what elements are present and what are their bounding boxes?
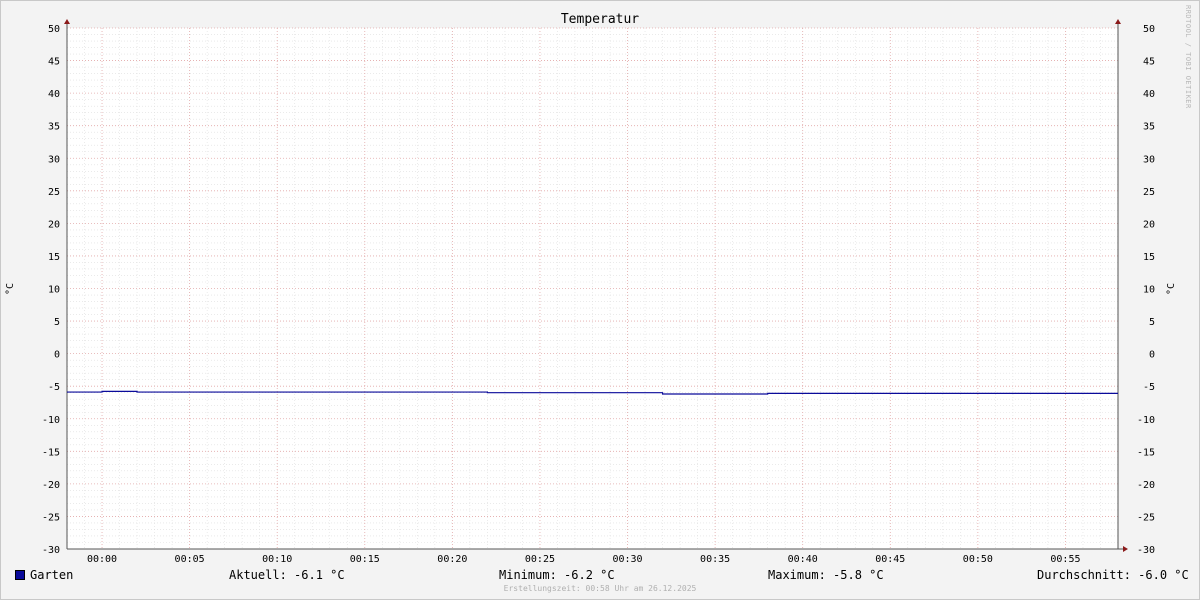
rrdtool-watermark: RRDTOOL / TOBI OETIKER	[1184, 5, 1192, 109]
legend-minimum-value: Minimum: -6.2 °C	[499, 568, 615, 582]
y-tick-label-left: 15	[48, 252, 60, 263]
x-tick-label: 00:50	[963, 554, 993, 565]
y-tick-label-left: 25	[48, 187, 60, 198]
x-tick-label: 00:40	[788, 554, 818, 565]
y-tick-label-right: 10	[1143, 285, 1155, 296]
y-tick-label-left: -5	[48, 382, 60, 393]
y-axis-right-ticks: 50454035302520151050-5-10-15-20-25-30	[1137, 24, 1155, 556]
y-tick-label-right: 35	[1143, 122, 1155, 133]
x-tick-label: 00:55	[1050, 554, 1080, 565]
y-tick-label-left: 20	[48, 219, 60, 230]
legend-series-name: Garten	[30, 568, 74, 582]
x-tick-label: 00:25	[525, 554, 555, 565]
creation-timestamp: Erstellungszeit: 00:58 Uhr am 26.12.2025	[503, 584, 697, 593]
y-tick-label-right: 30	[1143, 154, 1155, 165]
y-tick-label-right: 50	[1143, 24, 1155, 35]
y-tick-label-left: 0	[54, 350, 60, 361]
x-tick-label: 00:15	[350, 554, 380, 565]
y-tick-label-left: 40	[48, 89, 60, 100]
y-tick-label-right: -30	[1137, 545, 1155, 556]
temperature-chart: 50454035302520151050-5-10-15-20-25-30 50…	[5, 12, 1177, 565]
y-tick-label-right: 25	[1143, 187, 1155, 198]
y-tick-label-right: 20	[1143, 219, 1155, 230]
chart-title: Temperatur	[561, 12, 639, 27]
x-axis-ticks: 00:00 00:05 00:10 00:15 00:20 00:25 00:30 00:35…	[87, 554, 1081, 565]
legend-average-value: Durchschnitt: -6.0 °C	[1037, 568, 1189, 582]
y-axis-left-arrow	[64, 19, 70, 24]
y-tick-label-right: -10	[1137, 415, 1155, 426]
y-tick-label-right: -15	[1137, 447, 1155, 458]
legend-current-value: Aktuell: -6.1 °C	[229, 568, 345, 582]
x-tick-label: 00:00	[87, 554, 117, 565]
y-tick-label-left: 5	[54, 317, 60, 328]
y-tick-label-left: 30	[48, 154, 60, 165]
y-tick-label-left: 10	[48, 285, 60, 296]
y-tick-label-right: -25	[1137, 512, 1155, 523]
y-axis-right-arrow	[1115, 19, 1121, 24]
y-tick-label-right: -20	[1137, 480, 1155, 491]
y-tick-label-right: -5	[1143, 382, 1155, 393]
y-axis-label-right: °C	[1166, 283, 1177, 295]
x-tick-label: 00:30	[612, 554, 642, 565]
y-tick-label-right: 5	[1149, 317, 1155, 328]
x-tick-label: 00:20	[437, 554, 467, 565]
y-tick-label-left: 50	[48, 24, 60, 35]
x-tick-label: 00:35	[700, 554, 730, 565]
x-tick-label: 00:05	[175, 554, 205, 565]
y-tick-label-left: 45	[48, 57, 60, 68]
y-tick-label-left: 35	[48, 122, 60, 133]
legend-maximum-value: Maximum: -5.8 °C	[768, 568, 884, 582]
x-tick-label: 00:45	[875, 554, 905, 565]
y-tick-label-left: -15	[42, 447, 60, 458]
y-tick-label-right: 0	[1149, 350, 1155, 361]
y-tick-label-left: -20	[42, 480, 60, 491]
y-tick-label-left: -30	[42, 545, 60, 556]
x-axis-arrow	[1123, 546, 1128, 552]
y-axis-left-ticks: 50454035302520151050-5-10-15-20-25-30	[42, 24, 60, 556]
x-tick-label: 00:10	[262, 554, 292, 565]
y-tick-label-right: 15	[1143, 252, 1155, 263]
legend-swatch	[15, 570, 25, 580]
y-tick-label-left: -25	[42, 512, 60, 523]
y-tick-label-left: -10	[42, 415, 60, 426]
y-tick-label-right: 40	[1143, 89, 1155, 100]
y-axis-label-left: °C	[5, 283, 16, 295]
y-tick-label-right: 45	[1143, 57, 1155, 68]
